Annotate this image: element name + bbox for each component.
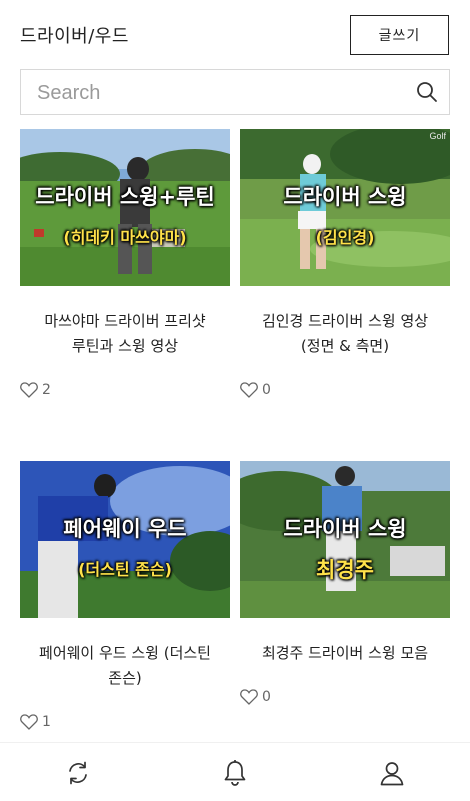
post-thumbnail[interactable]: 페어웨이 우드 (더스틴 존슨) [20, 461, 230, 618]
post-title-line: 마쓰야마 드라이버 프리샷 [44, 312, 206, 330]
search-icon[interactable] [415, 80, 439, 104]
search-input[interactable] [35, 78, 399, 108]
like-counter[interactable]: 2 [20, 382, 51, 398]
post-card[interactable]: 드라이버 스윙 최경주 최경주 드라이버 스윙 모음 0 [240, 461, 450, 711]
post-title[interactable]: 최경주 드라이버 스윙 모음 [240, 641, 450, 666]
profile-button[interactable] [376, 757, 408, 789]
post-card[interactable]: 페어웨이 우드 (더스틴 존슨) 페어웨이 우드 스윙 (더스틴 존슨) 1 [20, 461, 230, 736]
overlay-title: 드라이버 스윙+루틴 [35, 185, 215, 209]
post-title-line: 루틴과 스윙 영상 [71, 337, 179, 355]
watermark-text: Golf [429, 131, 446, 141]
like-count: 0 [262, 689, 271, 705]
like-counter[interactable]: 0 [240, 382, 271, 398]
overlay-subtitle: (더스틴 존슨) [78, 560, 172, 579]
post-title[interactable]: 김인경 드라이버 스윙 영상 (정면 & 측면) [240, 309, 450, 359]
heart-icon[interactable] [20, 382, 38, 398]
search-bar [20, 69, 450, 115]
post-title-line: 김인경 드라이버 스윙 영상 [261, 312, 429, 330]
heart-icon[interactable] [240, 689, 258, 705]
overlay-subtitle: 최경주 [316, 558, 374, 582]
overlay-subtitle: (히데키 마쓰야마) [63, 228, 187, 247]
post-card[interactable]: 드라이버 스윙+루틴 (히데키 마쓰야마) 마쓰야마 드라이버 프리샷 루틴과 … [20, 129, 230, 409]
heart-icon[interactable] [240, 382, 258, 398]
notifications-button[interactable] [219, 757, 251, 789]
heart-icon[interactable] [20, 714, 38, 730]
like-count: 2 [42, 382, 51, 398]
bottom-nav [0, 742, 470, 801]
like-count: 0 [262, 382, 271, 398]
bell-icon[interactable] [222, 759, 248, 787]
overlay-subtitle: (김인경) [315, 228, 375, 247]
user-icon[interactable] [379, 760, 405, 786]
refresh-icon[interactable] [65, 760, 91, 786]
post-title[interactable]: 페어웨이 우드 스윙 (더스틴 존슨) [20, 641, 230, 691]
like-counter[interactable]: 1 [20, 714, 51, 730]
post-title[interactable]: 마쓰야마 드라이버 프리샷 루틴과 스윙 영상 [20, 309, 230, 359]
like-count: 1 [42, 714, 51, 730]
overlay-title: 드라이버 스윙 [283, 517, 407, 541]
overlay-title: 페어웨이 우드 [63, 517, 187, 541]
refresh-button[interactable] [62, 757, 94, 789]
post-title-line: 페어웨이 우드 스윙 (더스틴 [39, 644, 211, 662]
header: 드라이버/우드 글쓰기 [0, 0, 470, 68]
page-title: 드라이버/우드 [20, 26, 129, 47]
post-thumbnail[interactable]: 드라이버 스윙 최경주 [240, 461, 450, 618]
post-thumbnail[interactable]: Golf 드라이버 스윙 (김인경) [240, 129, 450, 286]
like-counter[interactable]: 0 [240, 689, 271, 705]
write-button[interactable]: 글쓰기 [350, 15, 449, 55]
post-title-line: 최경주 드라이버 스윙 모음 [261, 644, 429, 662]
post-card[interactable]: Golf 드라이버 스윙 (김인경) 김인경 드라이버 스윙 영상 (정면 & … [240, 129, 450, 409]
overlay-title: 드라이버 스윙 [283, 185, 407, 209]
post-title-line: 존슨) [108, 669, 142, 687]
post-thumbnail[interactable]: 드라이버 스윙+루틴 (히데키 마쓰야마) [20, 129, 230, 286]
post-title-line: (정면 & 측면) [300, 337, 390, 355]
